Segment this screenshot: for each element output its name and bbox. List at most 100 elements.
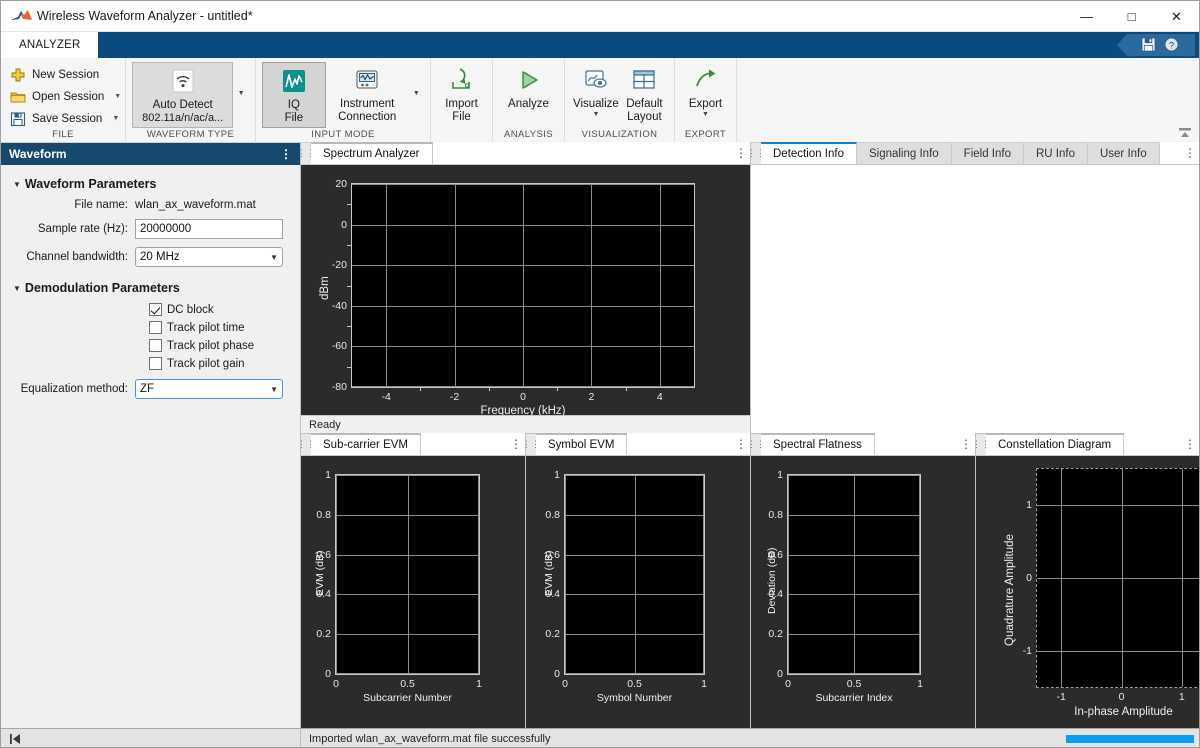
symbol-evm-plot[interactable]: 1 0.8 0.6 0.4 0.2 0 0 0.5 1 EVM (dB) — [526, 456, 750, 728]
close-button[interactable]: ✕ — [1154, 1, 1199, 32]
input-mode-dropdown-caret[interactable]: ▼ — [409, 62, 424, 124]
chevron-down-icon[interactable]: ▼ — [112, 115, 119, 122]
sub-carrier-evm-x-axis-label: Subcarrier Number — [335, 692, 480, 704]
dc-block-row[interactable]: DC block — [11, 303, 290, 316]
track-pilot-gain-row[interactable]: Track pilot gain — [11, 357, 290, 370]
track-pilot-time-checkbox[interactable] — [149, 321, 162, 334]
drag-handle-icon[interactable]: ⋮⋮ — [976, 433, 986, 455]
export-button[interactable]: Export ▼ — [681, 62, 730, 124]
channel-bandwidth-row: Channel bandwidth: 20 MHz ▼ — [11, 247, 290, 267]
maximize-button[interactable]: □ — [1109, 1, 1154, 32]
ribbon-group-import: Import File — [431, 58, 493, 143]
spectrum-analyzer-plot[interactable]: 20 0 -20 -40 -60 -80 — [301, 165, 750, 415]
x-tick: 0 — [333, 678, 339, 690]
tab-spectral-flatness[interactable]: Spectral Flatness — [761, 433, 875, 455]
export-dropdown-caret[interactable]: ▼ — [702, 112, 709, 118]
auto-detect-button[interactable]: Auto Detect 802.11a/n/ac/a... — [132, 62, 233, 128]
analyze-button[interactable]: Analyze — [499, 62, 558, 124]
section-demodulation-parameters-label: Demodulation Parameters — [25, 281, 180, 295]
tab-field-info[interactable]: Field Info — [952, 143, 1024, 164]
import-file-icon — [447, 66, 477, 96]
track-pilot-gain-label: Track pilot gain — [167, 358, 245, 370]
channel-bandwidth-label: Channel bandwidth: — [11, 251, 135, 263]
x-tick: 1 — [1179, 691, 1185, 703]
track-pilot-gain-checkbox[interactable] — [149, 357, 162, 370]
spectral-flatness-x-axis-label: Subcarrier Index — [787, 692, 921, 704]
ribbon-collapse-icon[interactable] — [1177, 126, 1193, 140]
tabbar-filler — [1160, 142, 1181, 164]
track-pilot-time-row[interactable]: Track pilot time — [11, 321, 290, 334]
spectrum-analyzer-tabbar: ⋮⋮ Spectrum Analyzer ⋮ — [301, 143, 750, 165]
new-session-button[interactable]: New Session — [7, 64, 124, 85]
save-icon[interactable] — [1141, 37, 1157, 53]
sample-rate-input[interactable]: 20000000 — [135, 219, 283, 239]
track-pilot-phase-checkbox[interactable] — [149, 339, 162, 352]
visualize-button[interactable]: Visualize ▼ — [571, 62, 621, 124]
tab-user-info[interactable]: User Info — [1088, 143, 1160, 164]
tab-detection-info[interactable]: Detection Info — [761, 142, 857, 164]
visualize-dropdown-caret[interactable]: ▼ — [592, 112, 599, 118]
y-tick: -20 — [332, 259, 347, 271]
ribbon-group-label-analysis: ANALYSIS — [493, 129, 564, 143]
drag-handle-icon[interactable]: ⋮⋮ — [301, 142, 311, 164]
status-message-area: Imported wlan_ax_waveform.mat file succe… — [301, 729, 1199, 748]
tab-ru-info[interactable]: RU Info — [1024, 143, 1088, 164]
waveform-type-dropdown-caret[interactable]: ▼ — [233, 62, 249, 124]
waveform-panel-kebab-icon[interactable]: ⋮ — [280, 143, 292, 165]
spectral-flatness-plot[interactable]: 1 0.8 0.6 0.4 0.2 0 0 0.5 1 Deviation (d… — [751, 456, 975, 728]
channel-bandwidth-select[interactable]: 20 MHz ▼ — [135, 247, 283, 267]
help-icon[interactable]: ? — [1164, 37, 1180, 53]
drag-handle-icon[interactable]: ⋮⋮ — [301, 433, 311, 455]
tab-spectrum-analyzer[interactable]: Spectrum Analyzer — [311, 142, 433, 164]
default-layout-button[interactable]: Default Layout — [621, 62, 668, 126]
constellation-diagram-plot[interactable]: 1 0 -1 -1 0 1 Quadrature Amplitude In-ph… — [976, 456, 1199, 728]
export-label: Export — [689, 98, 722, 111]
section-demodulation-parameters[interactable]: ▼ Demodulation Parameters — [13, 281, 290, 295]
y-tick: 1 — [777, 469, 783, 481]
dc-block-checkbox[interactable] — [149, 303, 162, 316]
visualize-icon — [581, 66, 611, 96]
import-file-label-line1: Import — [445, 98, 478, 111]
chevron-down-icon[interactable]: ▼ — [114, 93, 121, 100]
tab-symbol-evm[interactable]: Symbol EVM — [536, 433, 627, 455]
open-session-button[interactable]: Open Session ▼ — [7, 86, 124, 107]
ribbon-group-filler — [737, 58, 1199, 143]
equalization-method-select[interactable]: ZF ▼ — [135, 379, 283, 399]
y-tick: 1 — [325, 469, 331, 481]
tab-constellation-diagram[interactable]: Constellation Diagram — [986, 433, 1124, 455]
spectral-flatness-tabbar: ⋮⋮ Spectral Flatness ⋮ — [751, 434, 975, 456]
analyze-label: Analyze — [508, 98, 549, 111]
info-dock-kebab-icon[interactable]: ⋮ — [1181, 142, 1199, 164]
y-tick: -60 — [332, 340, 347, 352]
sub-carrier-evm-plot[interactable]: 1 0.8 0.6 0.4 0.2 0 0 0.5 1 EVM (dB) — [301, 456, 525, 728]
track-pilot-phase-row[interactable]: Track pilot phase — [11, 339, 290, 352]
drag-handle-icon[interactable]: ⋮⋮ — [526, 433, 536, 455]
sub-carrier-evm-content: 1 0.8 0.6 0.4 0.2 0 0 0.5 1 EVM (dB) — [301, 456, 525, 728]
x-tick: 0 — [1119, 691, 1125, 703]
iq-file-button[interactable]: IQ File — [262, 62, 326, 128]
iq-file-label-line2: File — [285, 112, 304, 125]
x-tick: 4 — [657, 391, 663, 403]
save-session-button[interactable]: Save Session ▼ — [7, 108, 124, 129]
equalization-method-value: ZF — [140, 383, 154, 395]
instrument-connection-label-line2: Connection — [338, 111, 396, 124]
instrument-connection-label-line1: Instrument — [340, 98, 394, 111]
tab-signaling-info[interactable]: Signaling Info — [857, 143, 952, 164]
x-tick: 2 — [588, 391, 594, 403]
status-bar: Imported wlan_ax_waveform.mat file succe… — [1, 728, 1199, 748]
drag-handle-icon[interactable]: ⋮⋮ — [751, 142, 761, 164]
import-file-button[interactable]: Import File — [437, 62, 486, 126]
drag-handle-icon[interactable]: ⋮⋮ — [751, 433, 761, 455]
right-region: ⋮⋮ Spectrum Analyzer ⋮ — [301, 143, 1199, 728]
floppy-icon — [10, 111, 26, 127]
equalization-method-row: Equalization method: ZF ▼ — [11, 379, 290, 399]
instrument-connection-button[interactable]: Instrument Connection — [326, 62, 409, 126]
tab-sub-carrier-evm[interactable]: Sub-carrier EVM — [311, 433, 421, 455]
constellation-diagram-kebab-icon[interactable]: ⋮ — [1181, 433, 1199, 455]
section-waveform-parameters[interactable]: ▼ Waveform Parameters — [13, 177, 290, 191]
tab-analyzer[interactable]: ANALYZER — [1, 32, 98, 58]
panel-collapse-button[interactable] — [1, 729, 301, 748]
sample-rate-label: Sample rate (Hz): — [11, 223, 135, 235]
minimize-button[interactable]: — — [1064, 1, 1109, 32]
constellation-diagram-content: 1 0 -1 -1 0 1 Quadrature Amplitude In-ph… — [976, 456, 1199, 728]
